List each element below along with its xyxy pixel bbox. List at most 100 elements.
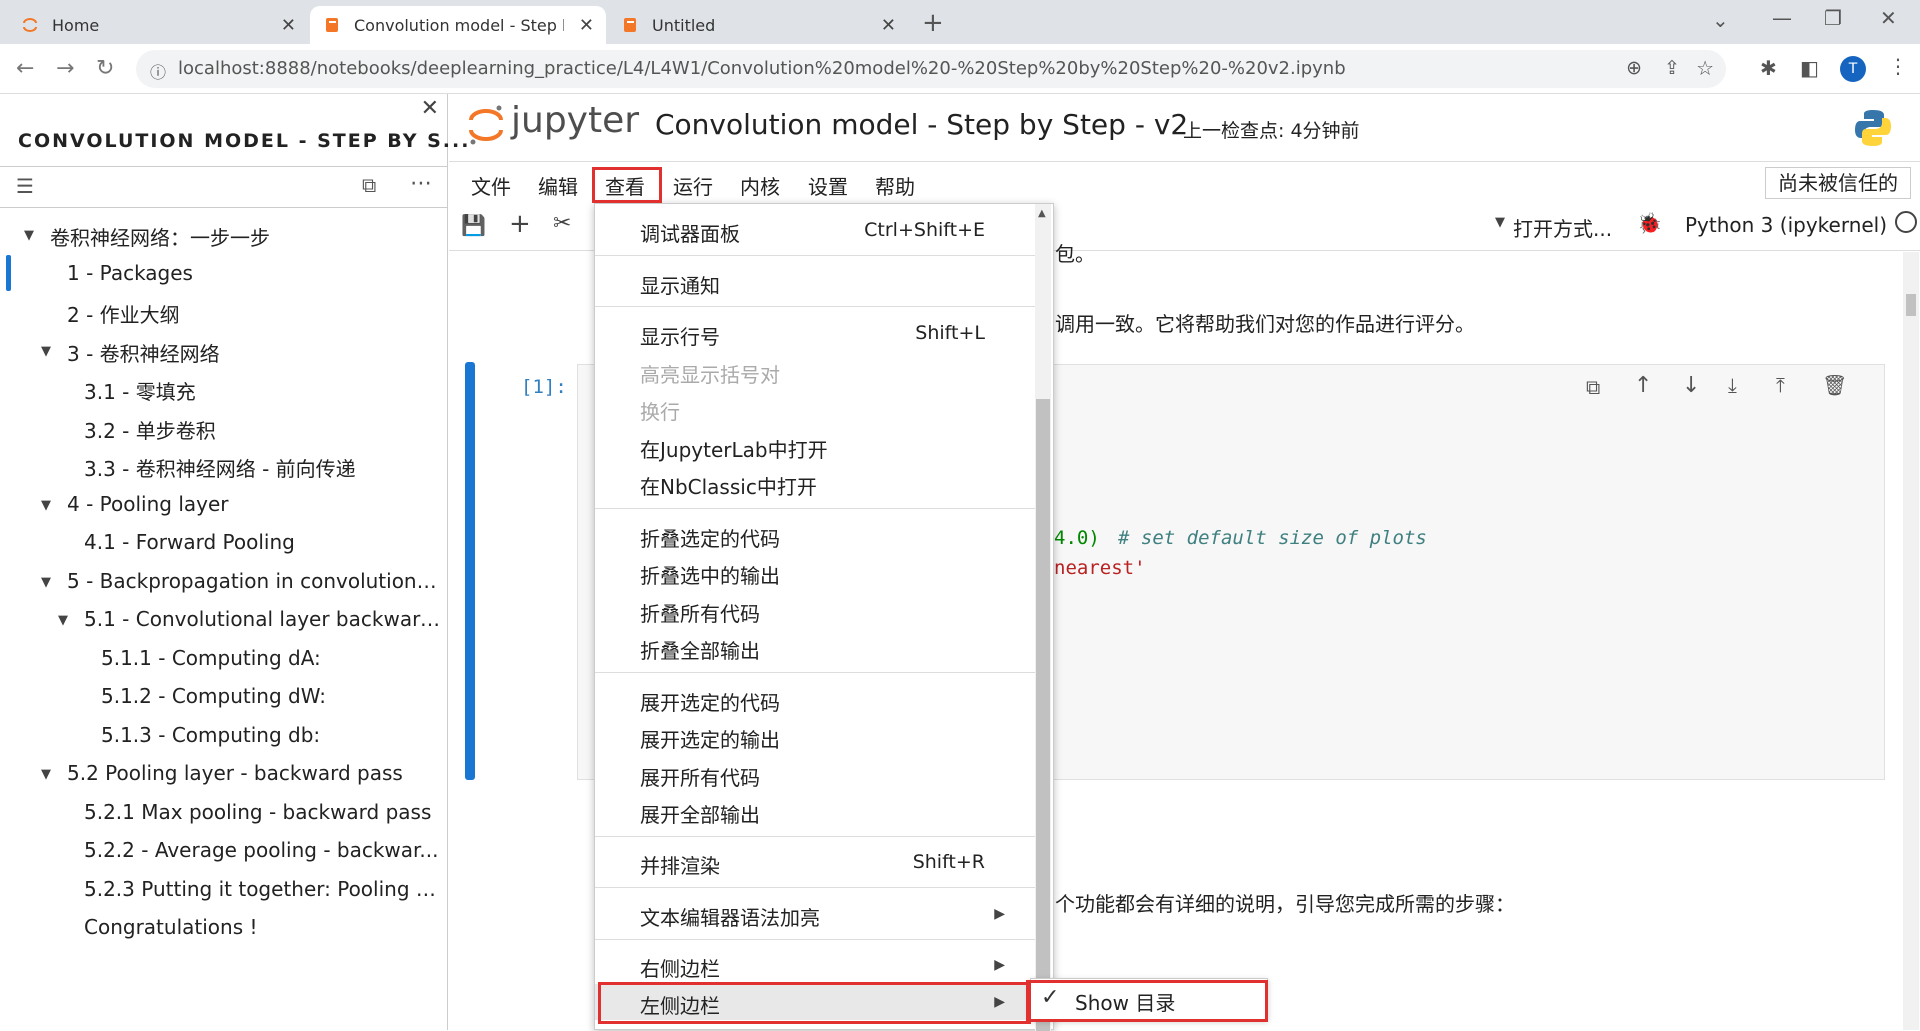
numbered-list-icon[interactable]: ☰	[16, 174, 34, 198]
insert-below-icon[interactable]: ⤓	[1728, 373, 1737, 397]
move-up-icon[interactable]: ↑	[1634, 373, 1652, 398]
toc-item[interactable]: 5.1.3 - Computing db:	[101, 723, 320, 747]
tab-convolution[interactable]: Convolution model - Step by S ✕	[310, 6, 606, 44]
add-cell-icon[interactable]: +	[509, 209, 531, 239]
view-menu-item[interactable]: 展开选定的代码	[595, 681, 1035, 717]
toc-item[interactable]: 5.2 Pooling layer - backward pass	[67, 761, 403, 785]
insert-above-icon[interactable]: ⤒	[1776, 373, 1785, 397]
debugger-bug-icon[interactable]: 🐞	[1637, 211, 1662, 235]
toc-item[interactable]: 5.2.3 Putting it together: Pooling b...	[84, 877, 440, 901]
menu-divider	[595, 887, 1035, 888]
chevron-down-icon[interactable]: ⌄	[1712, 8, 1729, 32]
view-menu-item[interactable]: 展开选定的输出	[595, 718, 1035, 754]
caret-down-icon[interactable]: ▼	[41, 767, 51, 782]
menu-run[interactable]: 运行	[673, 171, 713, 200]
delete-cell-icon[interactable]: 🗑	[1822, 373, 1847, 397]
view-menu-item[interactable]: 折叠选定的代码	[595, 517, 1035, 553]
toc-item[interactable]: 1 - Packages	[67, 261, 193, 285]
toc-item[interactable]: 卷积神经网络：一步一步	[50, 222, 270, 251]
sidepanel-icon[interactable]: ◧	[1800, 56, 1819, 80]
window-close-icon[interactable]: ✕	[1880, 6, 1897, 30]
caret-down-icon[interactable]: ▼	[41, 344, 51, 359]
menu-help[interactable]: 帮助	[875, 171, 915, 200]
view-menu-item[interactable]: 在NbClassic中打开	[595, 465, 1035, 501]
scroll-up-icon[interactable]: ▲	[1038, 208, 1046, 219]
new-tab-icon[interactable]: +	[922, 8, 944, 38]
view-menu-item[interactable]: 折叠全部输出	[595, 629, 1035, 665]
toc-item[interactable]: 5.1.1 - Computing dA:	[101, 646, 321, 670]
menu-settings[interactable]: 设置	[808, 171, 848, 200]
toc-item[interactable]: 5.1.2 - Computing dW:	[101, 684, 326, 708]
view-menu-item[interactable]: 显示行号 Shift+L	[595, 315, 1035, 351]
avatar[interactable]: T	[1840, 56, 1866, 82]
toc-item[interactable]: 2 - 作业大纲	[67, 299, 180, 328]
toc-item[interactable]: 3.3 - 卷积神经网络 - 前向传递	[84, 453, 356, 482]
code-string: nearest'	[1054, 557, 1146, 579]
view-menu-item[interactable]: 折叠所有代码	[595, 592, 1035, 628]
more-icon[interactable]: ⋯	[410, 171, 432, 196]
toc-item[interactable]: 3.2 - 单步卷积	[84, 415, 216, 444]
back-icon[interactable]: ←	[16, 56, 34, 81]
view-menu-item[interactable]: 展开所有代码	[595, 756, 1035, 792]
jupyter-logo-icon[interactable]	[467, 104, 505, 146]
caret-down-icon[interactable]: ▼	[41, 575, 51, 590]
restore-icon[interactable]: ❐	[1824, 6, 1842, 30]
move-down-icon[interactable]: ↓	[1682, 373, 1700, 398]
view-menu-item[interactable]: 在JupyterLab中打开	[595, 428, 1035, 464]
menu-scrollbar-thumb[interactable]	[1036, 399, 1050, 1031]
tab-home[interactable]: Home ✕	[8, 6, 308, 44]
view-menu-item[interactable]: 显示通知	[595, 264, 1035, 300]
toc-toolbar: ☰ ⧉ ⋯	[0, 166, 448, 208]
duplicate-cell-icon[interactable]: ⧉	[1586, 375, 1600, 399]
notebook-title[interactable]: Convolution model - Step by Step - v2	[655, 108, 1188, 141]
info-icon[interactable]: ⓘ	[150, 59, 166, 83]
scrollbar[interactable]	[1903, 252, 1919, 1030]
reload-icon[interactable]: ↻	[96, 56, 114, 81]
toc-item[interactable]: Congratulations !	[84, 915, 258, 939]
url-text: localhost:8888/notebooks/deeplearning_pr…	[178, 58, 1346, 79]
close-icon[interactable]: ✕	[281, 15, 296, 36]
toc-item[interactable]: 5 - Backpropagation in convolutiona...	[67, 569, 440, 593]
scrollbar-thumb[interactable]	[1906, 294, 1916, 316]
menu-file[interactable]: 文件	[471, 171, 511, 200]
menu-scrollbar[interactable]: ▲	[1035, 204, 1051, 1031]
url-field[interactable]: ⓘ localhost:8888/notebooks/deeplearning_…	[136, 50, 1726, 88]
toc-item[interactable]: 4 - Pooling layer	[67, 492, 229, 516]
view-menu-item[interactable]: 调试器面板 Ctrl+Shift+E	[595, 212, 1035, 248]
close-icon[interactable]: ✕	[579, 15, 594, 36]
browser-menu-icon[interactable]: ⋮	[1888, 54, 1908, 78]
open-with-button[interactable]: 打开方式...	[1513, 213, 1612, 242]
toc-item[interactable]: 3 - 卷积神经网络	[67, 338, 220, 367]
caret-down-icon[interactable]: ▼	[58, 613, 68, 628]
caret-down-icon[interactable]: ▼	[41, 498, 51, 513]
zoom-icon[interactable]: ⊕	[1626, 57, 1642, 79]
toc-item[interactable]: 5.2.2 - Average pooling - backwar...	[84, 838, 439, 862]
toc-item[interactable]: 5.1 - Convolutional layer backward...	[84, 607, 440, 631]
trust-indicator[interactable]: 尚未被信任的	[1765, 167, 1911, 199]
forward-icon[interactable]: →	[56, 56, 74, 81]
close-icon[interactable]: ✕	[421, 96, 439, 121]
share-icon[interactable]: ⇪	[1664, 57, 1680, 79]
toc-item[interactable]: 3.1 - 零填充	[84, 376, 196, 405]
menu-kernel[interactable]: 内核	[740, 171, 780, 200]
collapse-all-icon[interactable]: ⧉	[362, 173, 376, 197]
view-menu-item[interactable]: 右侧边栏 ▶	[595, 947, 1035, 983]
menu-item-label: 折叠选定的代码	[640, 527, 780, 551]
minimize-icon[interactable]: —	[1772, 6, 1792, 30]
caret-down-icon[interactable]: ▼	[24, 228, 34, 243]
cell-selection-bar[interactable]	[465, 362, 475, 780]
close-icon[interactable]: ✕	[881, 15, 896, 36]
save-icon[interactable]: 💾	[461, 213, 486, 237]
extensions-icon[interactable]: ✱	[1760, 56, 1777, 80]
cut-icon[interactable]: ✂	[553, 211, 571, 236]
toc-item[interactable]: 5.2.1 Max pooling - backward pass	[84, 800, 431, 824]
view-menu-item[interactable]: 文本编辑器语法加亮 ▶	[595, 896, 1035, 932]
tab-untitled[interactable]: Untitled ✕	[608, 6, 908, 44]
menu-edit[interactable]: 编辑	[538, 171, 578, 200]
view-menu-item[interactable]: 并排渲染 Shift+R	[595, 844, 1035, 880]
view-menu-item[interactable]: 折叠选中的输出	[595, 554, 1035, 590]
view-menu-item[interactable]: 展开全部输出	[595, 793, 1035, 829]
bookmark-star-icon[interactable]: ☆	[1696, 56, 1714, 80]
kernel-name[interactable]: Python 3 (ipykernel)	[1685, 213, 1887, 237]
toc-item[interactable]: 4.1 - Forward Pooling	[84, 530, 295, 554]
